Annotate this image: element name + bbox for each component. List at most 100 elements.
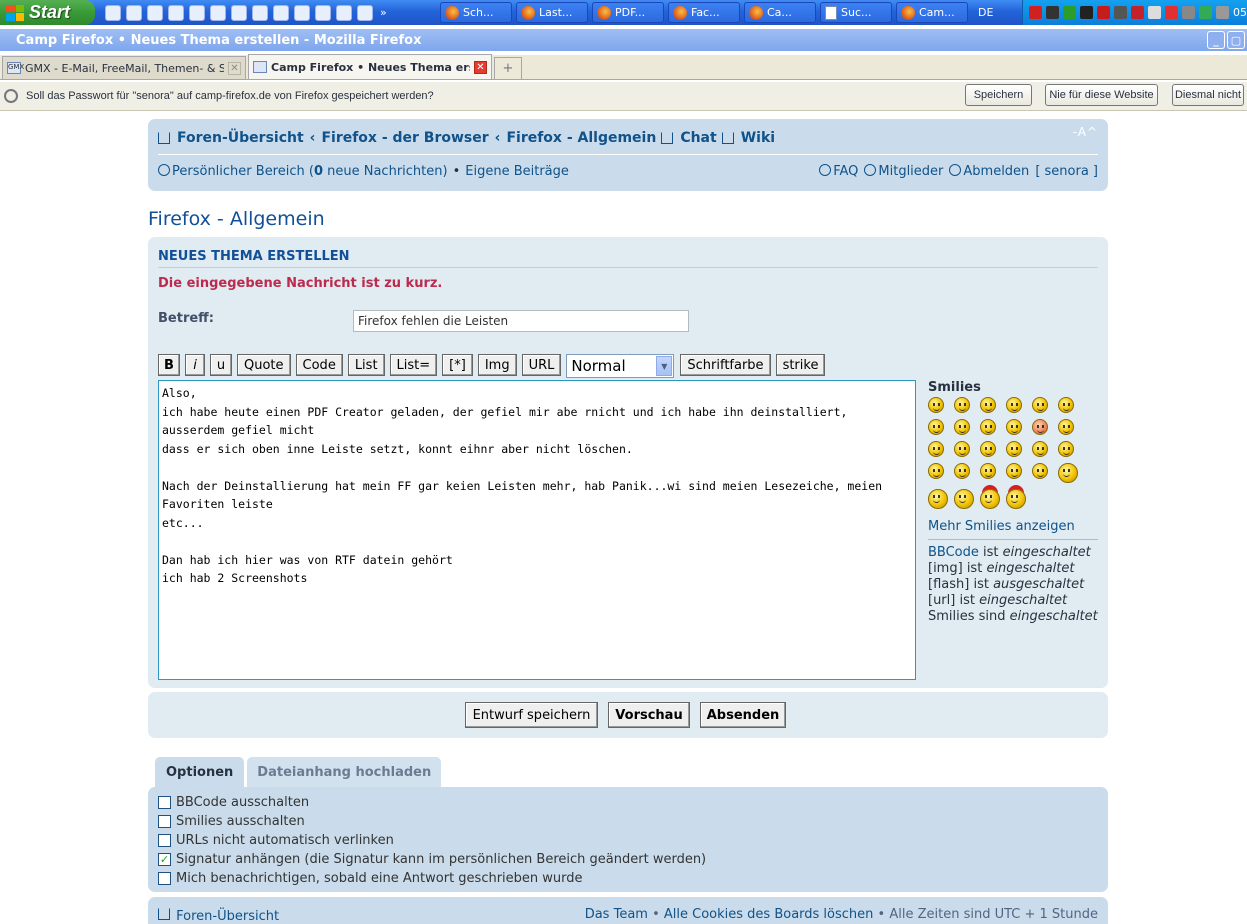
code-button[interactable]: Code	[295, 354, 343, 376]
signal-icon[interactable]	[1063, 6, 1076, 19]
option-label[interactable]: URLs nicht automatisch verlinken	[176, 833, 394, 848]
strike-button[interactable]: strike	[775, 354, 826, 376]
quicklaunch-app-icon[interactable]	[147, 4, 163, 21]
taskbar-task[interactable]: Cam...	[896, 2, 968, 23]
delete-cookies-link[interactable]: Alle Cookies des Boards löschen	[664, 907, 874, 922]
option-label[interactable]: Mich benachrichtigen, sobald eine Antwor…	[176, 871, 583, 886]
smiley-icon[interactable]	[1032, 463, 1048, 479]
antivirus-icon[interactable]	[1165, 6, 1178, 19]
smiley-icon[interactable]	[928, 489, 948, 509]
taskbar-task[interactable]: Fac...	[668, 2, 740, 23]
tab-options[interactable]: Optionen	[155, 757, 245, 787]
personal-area-link[interactable]: Persönlicher Bereich (0 neue Nachrichten…	[158, 164, 448, 179]
checkbox[interactable]	[158, 796, 171, 809]
smiley-icon[interactable]	[928, 419, 944, 435]
new-tab-button[interactable]: +	[494, 57, 522, 79]
checkbox[interactable]	[158, 872, 171, 885]
smiley-icon[interactable]	[1032, 419, 1048, 435]
smiley-icon[interactable]	[1058, 397, 1074, 413]
quicklaunch-more-icon[interactable]: »	[380, 6, 387, 19]
subject-input[interactable]	[353, 310, 689, 332]
smiley-icon[interactable]	[1058, 419, 1074, 435]
wiki-link[interactable]: Wiki	[741, 130, 775, 146]
quicklaunch-app-icon[interactable]	[357, 4, 373, 21]
smiley-icon[interactable]	[954, 441, 970, 457]
smiley-icon[interactable]	[1006, 419, 1022, 435]
breadcrumb-allgemein[interactable]: Firefox - Allgemein	[506, 130, 656, 146]
list-ordered-button[interactable]: List=	[389, 354, 438, 376]
smiley-icon[interactable]	[1006, 441, 1022, 457]
tray-app-icon[interactable]	[1199, 6, 1212, 19]
tray-app-icon[interactable]	[1148, 6, 1161, 19]
more-smilies-link[interactable]: Mehr Smilies anzeigen	[928, 519, 1098, 534]
smiley-icon[interactable]	[1032, 397, 1048, 413]
taskbar-task[interactable]: Ca...	[744, 2, 816, 23]
submit-button[interactable]: Absenden	[700, 702, 786, 728]
smiley-icon[interactable]	[954, 419, 970, 435]
smiley-icon[interactable]	[928, 441, 944, 457]
smiley-icon[interactable]	[954, 463, 970, 479]
tray-app-icon[interactable]	[1182, 6, 1195, 19]
option-label[interactable]: BBCode ausschalten	[176, 795, 309, 810]
quicklaunch-globe-icon[interactable]	[210, 4, 226, 21]
minimize-icon[interactable]: _	[1207, 31, 1225, 49]
tray-app-icon[interactable]	[1046, 6, 1059, 19]
quote-button[interactable]: Quote	[237, 354, 291, 376]
smiley-icon[interactable]	[928, 463, 944, 479]
quicklaunch-browser-icon[interactable]	[126, 4, 142, 21]
start-button[interactable]: Start	[0, 0, 95, 25]
breadcrumb-browser[interactable]: Firefox - der Browser	[321, 130, 488, 146]
never-save-button[interactable]: Nie für diese Website	[1045, 84, 1158, 106]
browser-tab[interactable]: GMX GMX - E-Mail, FreeMail, Themen- & Sh…	[2, 56, 246, 79]
smiley-icon[interactable]	[1006, 463, 1022, 479]
language-indicator[interactable]: DE	[978, 6, 1006, 19]
font-size-select[interactable]: Normal ▼	[566, 354, 675, 378]
option-label[interactable]: Signatur anhängen (die Signatur kann im …	[176, 852, 706, 867]
quicklaunch-app-icon[interactable]	[252, 4, 268, 21]
bbcode-help-link[interactable]: BBCode	[928, 545, 979, 560]
checkbox[interactable]	[158, 815, 171, 828]
smiley-icon[interactable]	[980, 489, 1000, 509]
username-link[interactable]: [ senora ]	[1035, 164, 1098, 179]
team-link[interactable]: Das Team	[585, 907, 648, 922]
tab-close-icon[interactable]: ✕	[474, 60, 487, 74]
flash-icon[interactable]	[1097, 6, 1110, 19]
logout-link[interactable]: Abmelden	[949, 164, 1029, 179]
list-item-button[interactable]: [*]	[442, 354, 473, 376]
italic-button[interactable]: i	[185, 354, 205, 376]
taskbar-task[interactable]: Last...	[516, 2, 588, 23]
smiley-icon[interactable]	[1006, 489, 1026, 509]
quicklaunch-app-icon[interactable]	[336, 4, 352, 21]
list-button[interactable]: List	[347, 354, 385, 376]
taskbar-task[interactable]: Sch...	[440, 2, 512, 23]
checkbox-checked[interactable]: ✓	[158, 853, 171, 866]
bold-button[interactable]: B	[158, 354, 180, 376]
quicklaunch-app-icon[interactable]	[315, 4, 331, 21]
members-link[interactable]: Mitglieder	[864, 164, 943, 179]
tray-app-icon[interactable]	[1080, 6, 1093, 19]
url-button[interactable]: URL	[521, 354, 562, 376]
clock[interactable]: 05	[1233, 6, 1247, 19]
speaker-icon[interactable]	[1114, 6, 1127, 19]
save-password-button[interactable]: Speichern	[965, 84, 1032, 106]
smiley-icon[interactable]	[980, 397, 996, 413]
chat-link[interactable]: Chat	[680, 130, 716, 146]
checkbox[interactable]	[158, 834, 171, 847]
smiley-icon[interactable]	[954, 489, 974, 509]
tab-close-icon[interactable]: ✕	[228, 61, 241, 75]
ati-icon[interactable]	[1029, 6, 1042, 19]
smiley-icon[interactable]	[1058, 441, 1074, 457]
preview-button[interactable]: Vorschau	[608, 702, 690, 728]
quicklaunch-app-icon[interactable]	[168, 4, 184, 21]
quicklaunch-app-icon[interactable]	[231, 4, 247, 21]
message-textarea[interactable]: Also, ich habe heute einen PDF Creator g…	[158, 380, 916, 680]
smiley-icon[interactable]	[1058, 463, 1078, 483]
smiley-icon[interactable]	[980, 441, 996, 457]
tab-attachments[interactable]: Dateianhang hochladen	[247, 757, 442, 787]
option-label[interactable]: Smilies ausschalten	[176, 814, 305, 829]
own-posts-link[interactable]: Eigene Beiträge	[465, 164, 569, 179]
footer-home-link[interactable]: Foren-Übersicht	[158, 908, 279, 924]
font-size-control[interactable]: -A^	[1073, 125, 1098, 139]
browser-tab-active[interactable]: Camp Firefox • Neues Thema ers... ✕	[248, 54, 492, 79]
breadcrumb-index[interactable]: Foren-Übersicht	[177, 130, 304, 146]
